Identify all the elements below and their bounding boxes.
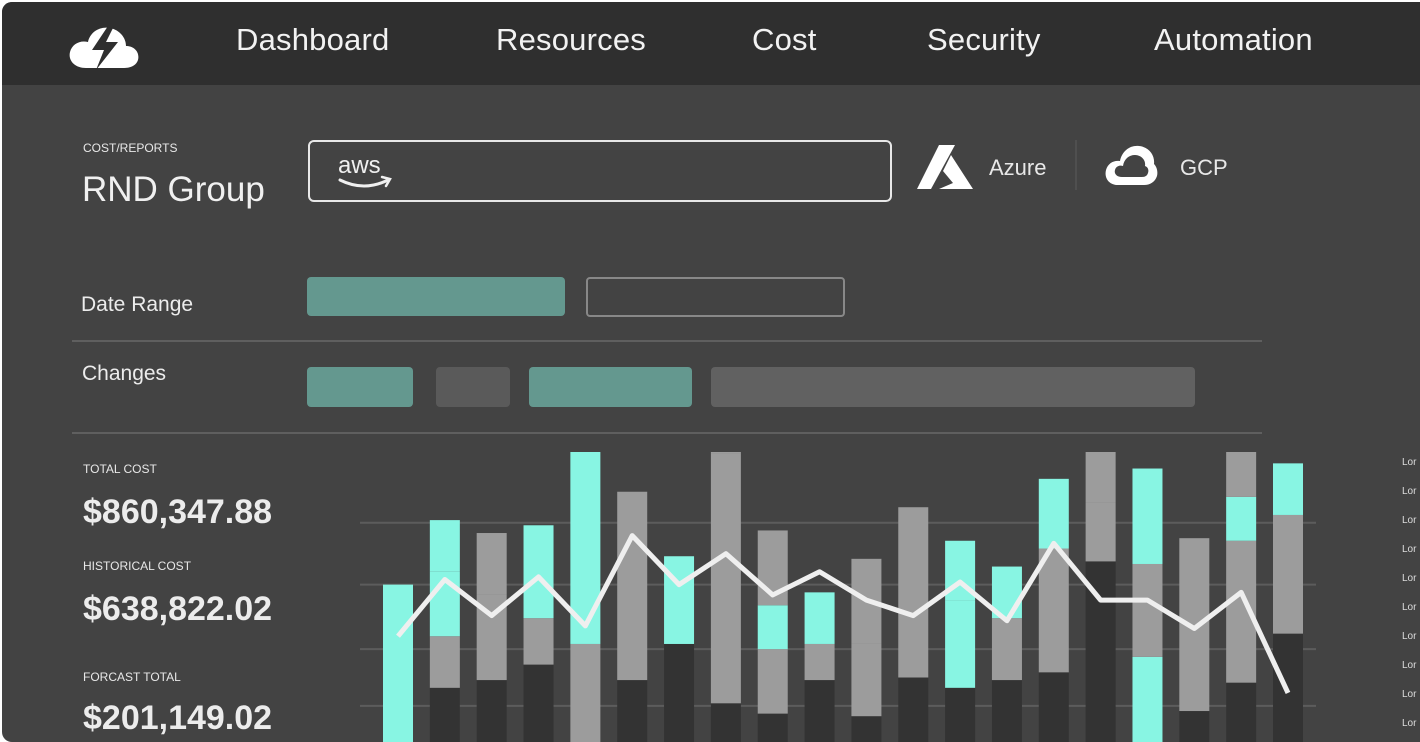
azure-icon[interactable]	[917, 145, 973, 189]
chart-bar-segment	[805, 592, 835, 644]
changes-filter-bar[interactable]	[711, 367, 1195, 407]
azure-label[interactable]: Azure	[989, 155, 1046, 181]
nav-dashboard[interactable]: Dashboard	[236, 22, 389, 58]
chart-bar-segment	[477, 680, 507, 742]
chart-bar-segment	[758, 649, 788, 714]
changes-label: Changes	[82, 362, 166, 386]
chart-bar-segment	[805, 680, 835, 742]
chart-bar-segment	[1132, 564, 1162, 657]
legend-item: Lor	[1402, 718, 1416, 729]
chart-bar-segment	[1226, 497, 1256, 541]
chart-bar-segment	[1086, 452, 1116, 502]
google-cloud-icon[interactable]	[1104, 143, 1158, 187]
chart-bar-segment	[711, 452, 741, 453]
cost-chart	[360, 452, 1320, 742]
chart-bar-segment	[945, 600, 975, 688]
legend-item: Lor	[1402, 486, 1416, 497]
divider	[72, 432, 1262, 434]
legend-item: Lor	[1402, 544, 1416, 555]
nav-automation[interactable]: Automation	[1154, 22, 1313, 58]
legend-item: Lor	[1402, 602, 1416, 613]
chart-bar-segment	[851, 644, 881, 716]
chart-bar-segment	[1179, 711, 1209, 742]
chart-bar-segment	[1086, 502, 1116, 561]
historical-cost-value: $638,822.02	[83, 590, 272, 629]
date-range-end-field[interactable]	[586, 277, 845, 317]
chart-bar-segment	[430, 520, 460, 572]
chart-bar-segment	[758, 714, 788, 742]
chart-bar-segment	[1226, 683, 1256, 742]
legend-item: Lor	[1402, 689, 1416, 700]
chart-bar-segment	[430, 688, 460, 742]
legend-item: Lor	[1402, 631, 1416, 642]
provider-divider	[1075, 140, 1077, 190]
changes-filter-chip[interactable]	[307, 367, 413, 407]
chart-bar-segment	[430, 636, 460, 688]
chart-bar-segment	[898, 507, 928, 677]
chart-bar-segment	[477, 533, 507, 595]
top-navigation-bar: Dashboard Resources Cost Security Automa…	[2, 2, 1420, 85]
legend-item: Lor	[1402, 660, 1416, 671]
total-cost-value: $860,347.88	[83, 493, 272, 532]
nav-cost[interactable]: Cost	[752, 22, 817, 58]
chart-bar-segment	[711, 453, 741, 703]
page-title: RND Group	[82, 170, 265, 210]
chart-bar-segment	[1039, 479, 1069, 549]
chart-bar-segment	[945, 688, 975, 742]
chart-bar-segment	[524, 665, 554, 742]
chart-bar-segment	[851, 716, 881, 742]
changes-filter-chip[interactable]	[436, 367, 510, 407]
chart-bar-segment	[1132, 657, 1162, 742]
chart-bar-segment	[805, 644, 835, 680]
total-cost-label: TOTAL COST	[83, 462, 157, 476]
date-range-label: Date Range	[81, 293, 193, 317]
chart-bar-segment	[617, 492, 647, 680]
forecast-total-value: $201,149.02	[83, 699, 272, 738]
nav-resources[interactable]: Resources	[496, 22, 646, 58]
chart-bar-segment	[1039, 672, 1069, 742]
chart-bar-segment	[617, 680, 647, 742]
date-range-start-field[interactable]	[307, 277, 565, 316]
chart-bar-segment	[570, 644, 600, 742]
provider-select-aws[interactable]: aws	[308, 140, 892, 202]
chart-bar-segment	[664, 644, 694, 742]
chart-bar-segment	[1132, 469, 1162, 564]
legend-item: Lor	[1402, 457, 1416, 468]
gcp-label[interactable]: GCP	[1180, 155, 1228, 181]
chart-bar-segment	[898, 678, 928, 742]
cloud-lightning-logo-icon[interactable]	[68, 24, 140, 70]
forecast-total-label: FORCAST TOTAL	[83, 670, 181, 684]
chart-bar-segment	[1273, 463, 1303, 515]
chart-bar-segment	[711, 703, 741, 742]
breadcrumb: COST/REPORTS	[83, 141, 177, 155]
aws-label: aws	[338, 152, 381, 179]
chart-bar-segment	[1039, 549, 1069, 673]
app-window: Dashboard Resources Cost Security Automa…	[2, 2, 1420, 742]
chart-bar-segment	[992, 618, 1022, 680]
aws-logo-icon: aws	[338, 152, 398, 192]
legend-item: Lor	[1402, 515, 1416, 526]
divider	[72, 340, 1262, 342]
chart-bar-segment	[524, 618, 554, 664]
chart-bar-segment	[992, 680, 1022, 742]
chart-bar-segment	[1273, 515, 1303, 634]
chart-bar-segment	[664, 556, 694, 644]
chart-bar-segment	[758, 605, 788, 649]
nav-security[interactable]: Security	[927, 22, 1041, 58]
historical-cost-label: HISTORICAL COST	[83, 559, 191, 573]
chart-bar-segment	[383, 585, 413, 742]
chart-bar-segment	[524, 525, 554, 618]
legend-item: Lor	[1402, 573, 1416, 584]
chart-bar-segment	[1226, 452, 1256, 497]
changes-filter-chip[interactable]	[529, 367, 692, 407]
